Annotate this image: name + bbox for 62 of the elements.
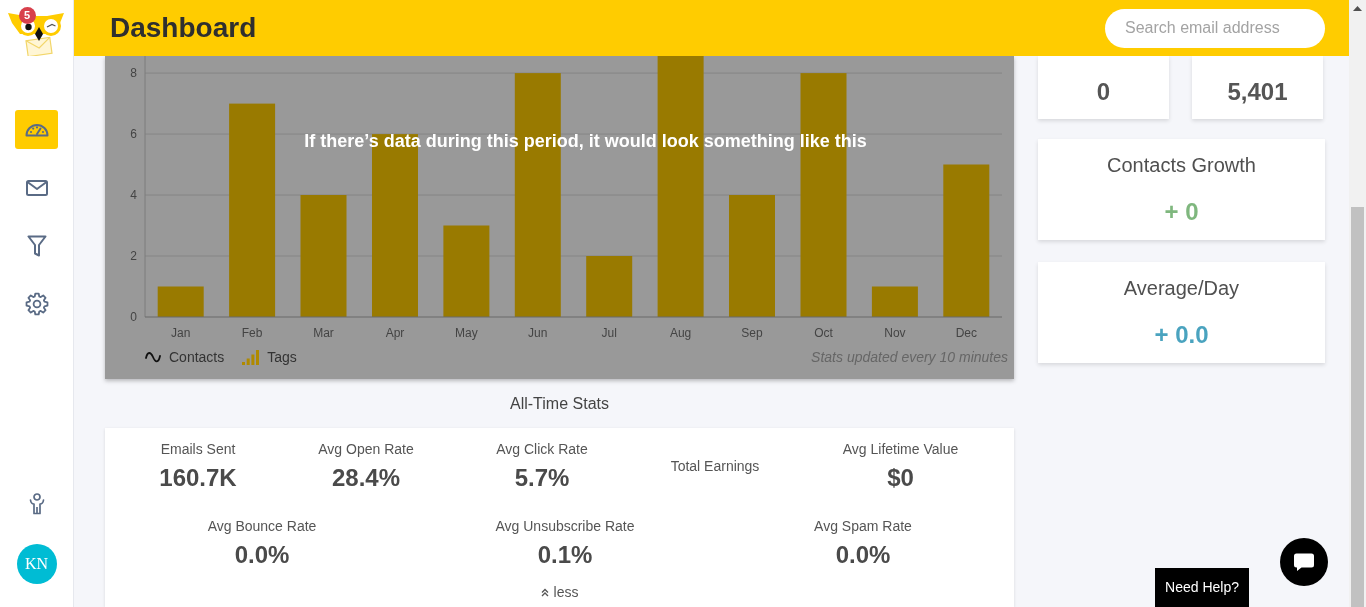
stat-label: Avg Bounce Rate: [207, 517, 317, 536]
y-axis-label: 6: [130, 127, 137, 142]
stat-label: Total Earnings: [670, 457, 760, 476]
section-title: All-Time Stats: [510, 393, 609, 414]
stat-label: Avg Lifetime Value: [842, 440, 959, 459]
x-axis-label: Oct: [814, 326, 833, 340]
help-button[interactable]: Need Help?: [1155, 568, 1249, 607]
stat-value: 0.0%: [835, 540, 891, 570]
sidebar-nav-button[interactable]: [15, 110, 58, 149]
double-chevron-up-icon: [540, 587, 549, 597]
stat-value: 0.0%: [234, 540, 290, 570]
settings-icon: [24, 291, 49, 316]
legend-label: Tags: [267, 348, 297, 366]
page-title: Dashboard: [110, 11, 257, 45]
x-axis-label: Feb: [241, 326, 263, 340]
x-axis-label: Jul: [601, 326, 617, 340]
x-axis-label: Dec: [955, 326, 977, 340]
chat-button[interactable]: [1280, 538, 1328, 586]
stat-value: 28.4%: [331, 463, 401, 493]
mail-icon: [25, 179, 48, 196]
search-field[interactable]: Search email address: [1105, 8, 1325, 48]
metric-value: + 0: [1164, 197, 1199, 227]
y-axis-label: 0: [130, 310, 137, 324]
metric-title: Contacts Growth: [1107, 153, 1256, 178]
stat-value: $0: [887, 463, 914, 493]
show-less-toggle[interactable]: less: [540, 583, 579, 601]
x-axis-label: Apr: [385, 326, 405, 340]
stat-label: Avg Spam Rate: [814, 517, 912, 536]
owl-logo[interactable]: [7, 10, 64, 56]
y-axis-label: 4: [130, 188, 137, 203]
metric-title: Average/Day: [1123, 276, 1240, 301]
x-axis-label: Sep: [741, 326, 763, 340]
bar: [586, 256, 633, 317]
x-axis-label: Jun: [528, 326, 548, 340]
y-axis-label: 2: [130, 249, 137, 263]
x-axis-label: Jan: [171, 326, 191, 340]
stat-label: Emails Sent: [160, 440, 236, 459]
bar: [157, 286, 204, 317]
x-axis-label: Mar: [313, 326, 334, 340]
summary-value: 0: [1096, 77, 1111, 107]
stat-label: Avg Open Rate: [318, 440, 414, 459]
x-axis-label: May: [455, 326, 478, 340]
stat-value: 0.1%: [537, 540, 593, 570]
person-icon: [28, 492, 45, 515]
filter-icon: [26, 234, 47, 257]
wave-line-icon: [145, 351, 161, 363]
gauge-icon: [24, 122, 49, 137]
stat-label: Avg Click Rate: [496, 440, 588, 459]
summary-value: 5,401: [1227, 77, 1288, 107]
stat-value: 160.7K: [159, 463, 237, 493]
x-axis-label: Aug: [669, 326, 692, 340]
scrollbar-thumb[interactable]: [1351, 207, 1364, 607]
bar-chart-icon: [242, 349, 260, 365]
scroll-up-arrow-icon[interactable]: [1353, 6, 1362, 11]
metric-value: + 0.0: [1154, 320, 1209, 350]
x-axis-label: Nov: [884, 326, 906, 340]
legend-label: Contacts: [169, 348, 225, 366]
stat-label: Avg Unsubscribe Rate: [495, 517, 635, 536]
y-axis-label: 8: [130, 66, 137, 81]
bar: [871, 286, 918, 317]
chat-bubble-icon: [1293, 552, 1315, 572]
stat-value: 5.7%: [514, 463, 570, 493]
